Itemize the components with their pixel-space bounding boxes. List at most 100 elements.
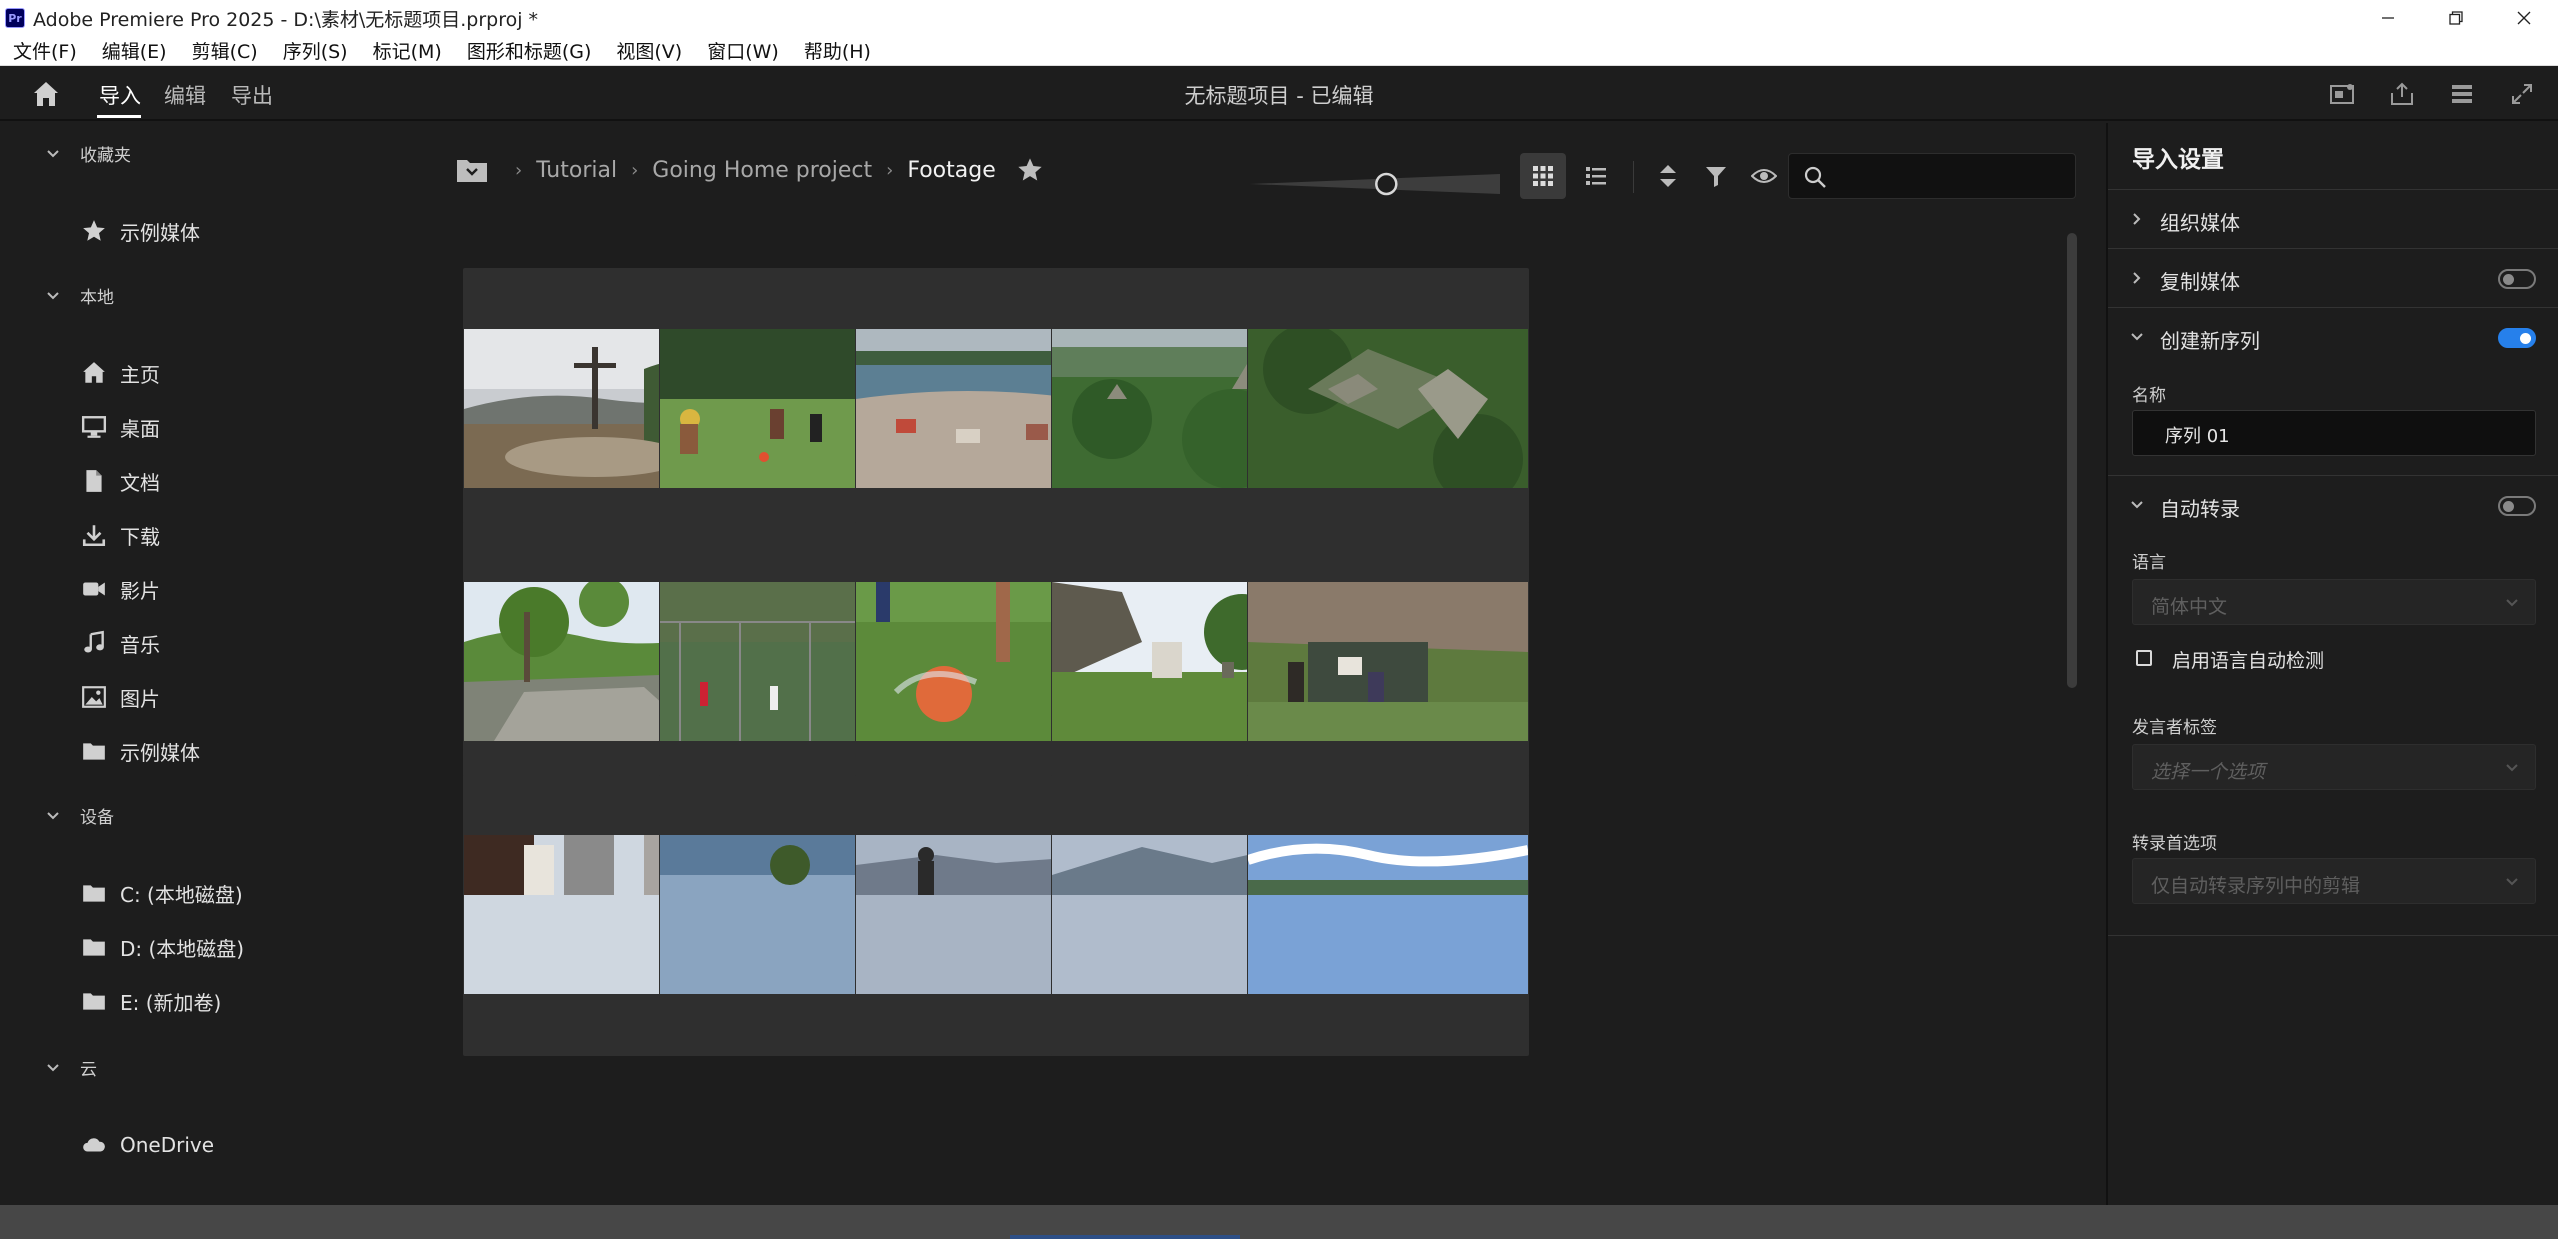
menu-view[interactable]: 视图(V): [603, 37, 694, 64]
sidebar-item-onedrive[interactable]: OneDrive: [80, 1125, 214, 1165]
chevron-right-icon: [2133, 272, 2141, 284]
menu-sequence[interactable]: 序列(S): [270, 37, 360, 64]
speaker-label-dropdown[interactable]: 选择一个选项: [2132, 744, 2536, 790]
language-dropdown[interactable]: 简体中文: [2132, 579, 2536, 625]
favorites-section-header[interactable]: 收藏夹: [47, 141, 131, 166]
eye-icon: [1751, 169, 1777, 183]
menu-bar: 文件(F) 编辑(E) 剪辑(C) 序列(S) 标记(M) 图形和标题(G) 视…: [0, 36, 2558, 66]
breadcrumb-footage: Footage: [907, 157, 996, 183]
status-bar: [0, 1205, 2558, 1239]
sidebar-item-documents[interactable]: 文档: [80, 461, 160, 501]
sidebar-item-downloads[interactable]: 下载: [80, 515, 160, 555]
sort-icon: [1660, 165, 1676, 187]
auto-detect-language-checkbox[interactable]: [2136, 650, 2152, 666]
search-field[interactable]: [1788, 153, 2076, 199]
sequence-name-label: 名称: [2132, 386, 2166, 406]
menu-window[interactable]: 窗口(W): [694, 37, 791, 64]
sidebar-item-videos[interactable]: 影片: [80, 569, 160, 609]
auto-transcribe-section[interactable]: 自动转录: [2108, 475, 2558, 533]
speaker-label-placeholder: 选择一个选项: [2151, 761, 2266, 783]
auto-detect-language-label: 启用语言自动检测: [2172, 650, 2325, 672]
folder-icon: [83, 743, 105, 760]
list-view-button[interactable]: [1573, 153, 1619, 199]
organize-media-section[interactable]: 组织媒体: [2108, 189, 2558, 247]
transcribe-pref-label: 转录首选项: [2132, 834, 2217, 854]
copy-media-toggle[interactable]: [2498, 269, 2536, 289]
fullscreen-button[interactable]: [2504, 78, 2540, 110]
filter-button[interactable]: [1701, 161, 1731, 191]
breadcrumb-going-home-project[interactable]: Going Home project: [652, 158, 872, 183]
restore-button[interactable]: [2422, 0, 2490, 36]
folder-icon: [83, 993, 105, 1010]
import-settings-panel: 导入设置 组织媒体 复制媒体 创建新序列 名称 序列 01 自动转录 语言 简体…: [2106, 123, 2558, 1205]
menu-file[interactable]: 文件(F): [0, 37, 89, 64]
menu-graphics-titles[interactable]: 图形和标题(G): [454, 37, 604, 64]
sidebar-item-drive-c[interactable]: C: (本地磁盘): [80, 873, 243, 913]
clip-thumbnail-frame[interactable]: [1247, 268, 1529, 550]
chevron-down-icon: [47, 149, 59, 157]
sidebar-item-home[interactable]: 主页: [80, 353, 160, 393]
village-children-scene: [1248, 582, 1528, 741]
folder-icon: [83, 939, 105, 956]
workspaces-button[interactable]: [2444, 78, 2480, 110]
menu-help[interactable]: 帮助(H): [791, 37, 883, 64]
share-icon: [2391, 82, 2413, 105]
quick-export-status-button[interactable]: [2324, 78, 2360, 110]
search-input[interactable]: [1835, 162, 2065, 190]
window-title: Adobe Premiere Pro 2025 - D:\素材\无标题项目.pr…: [33, 8, 539, 31]
grid-view-button[interactable]: [1520, 153, 1566, 199]
sidebar-item-favorite-sample-media[interactable]: 示例媒体: [80, 211, 200, 251]
menu-markers[interactable]: 标记(M): [360, 37, 454, 64]
thumbnail-size-slider[interactable]: [1250, 171, 1500, 197]
sidebar-item-drive-d[interactable]: D: (本地磁盘): [80, 927, 244, 967]
auto-transcribe-toggle[interactable]: [2498, 496, 2536, 516]
sort-button[interactable]: [1653, 161, 1683, 191]
copy-media-section[interactable]: 复制媒体: [2108, 248, 2558, 306]
chevron-right-icon: ›: [886, 159, 894, 181]
document-icon: [86, 470, 102, 492]
menu-clip[interactable]: 剪辑(C): [179, 37, 270, 64]
clip-thumbnail: [1248, 582, 1528, 741]
share-button[interactable]: [2384, 78, 2420, 110]
sequence-name-field[interactable]: 序列 01: [2132, 410, 2536, 456]
restore-icon: [2449, 11, 2463, 25]
sidebar-item-music[interactable]: 音乐: [80, 623, 160, 663]
chevron-down-icon: [2131, 501, 2143, 509]
devices-section-header[interactable]: 设备: [47, 803, 114, 828]
transcribe-pref-dropdown[interactable]: 仅自动转录序列中的剪辑: [2132, 858, 2536, 904]
project-title: 无标题项目 - 已编辑: [1184, 84, 1374, 108]
star-icon[interactable]: [1016, 156, 1044, 184]
close-button[interactable]: [2490, 0, 2558, 36]
minimize-button[interactable]: [2354, 0, 2422, 36]
expand-icon: [2512, 84, 2532, 104]
local-section-header[interactable]: 本地: [47, 283, 114, 308]
vertical-scrollbar[interactable]: [2067, 233, 2077, 688]
list-view-icon: [1586, 167, 1606, 185]
status-monitor-icon: [2330, 84, 2354, 104]
visibility-button[interactable]: [1749, 161, 1779, 191]
clip-thumbnail-frame[interactable]: [1247, 521, 1529, 803]
toolbar-divider: [1633, 161, 1634, 193]
breadcrumb: › Tutorial › Going Home project › Footag…: [455, 155, 1044, 185]
sidebar-item-desktop[interactable]: 桌面: [80, 407, 160, 447]
music-note-icon: [84, 630, 104, 653]
title-bar: Pr Adobe Premiere Pro 2025 - D:\素材\无标题项目…: [0, 0, 2558, 36]
chevron-down-icon: [2506, 599, 2518, 607]
sidebar-item-sample-media[interactable]: 示例媒体: [80, 731, 200, 771]
create-sequence-toggle[interactable]: [2498, 328, 2536, 348]
sidebar-item-pictures[interactable]: 图片: [80, 677, 160, 717]
clip-card[interactable]: [1247, 774, 1529, 1068]
download-icon: [82, 525, 106, 547]
chevron-down-icon: [47, 811, 59, 819]
sidebar-item-drive-e[interactable]: E: (新加卷): [80, 981, 221, 1021]
breadcrumb-tutorial[interactable]: Tutorial: [536, 158, 617, 183]
chevron-down-icon: [2506, 878, 2518, 886]
language-value: 简体中文: [2151, 596, 2228, 618]
clip-thumbnail-frame[interactable]: [1247, 774, 1529, 1056]
menu-edit[interactable]: 编辑(E): [89, 37, 179, 64]
progress-indicator: [1010, 1235, 1240, 1239]
transcribe-pref-value: 仅自动转录序列中的剪辑: [2151, 875, 2361, 897]
folder-browse-icon[interactable]: [455, 156, 489, 184]
create-sequence-section[interactable]: 创建新序列: [2108, 307, 2558, 365]
cloud-section-header[interactable]: 云: [47, 1055, 97, 1080]
